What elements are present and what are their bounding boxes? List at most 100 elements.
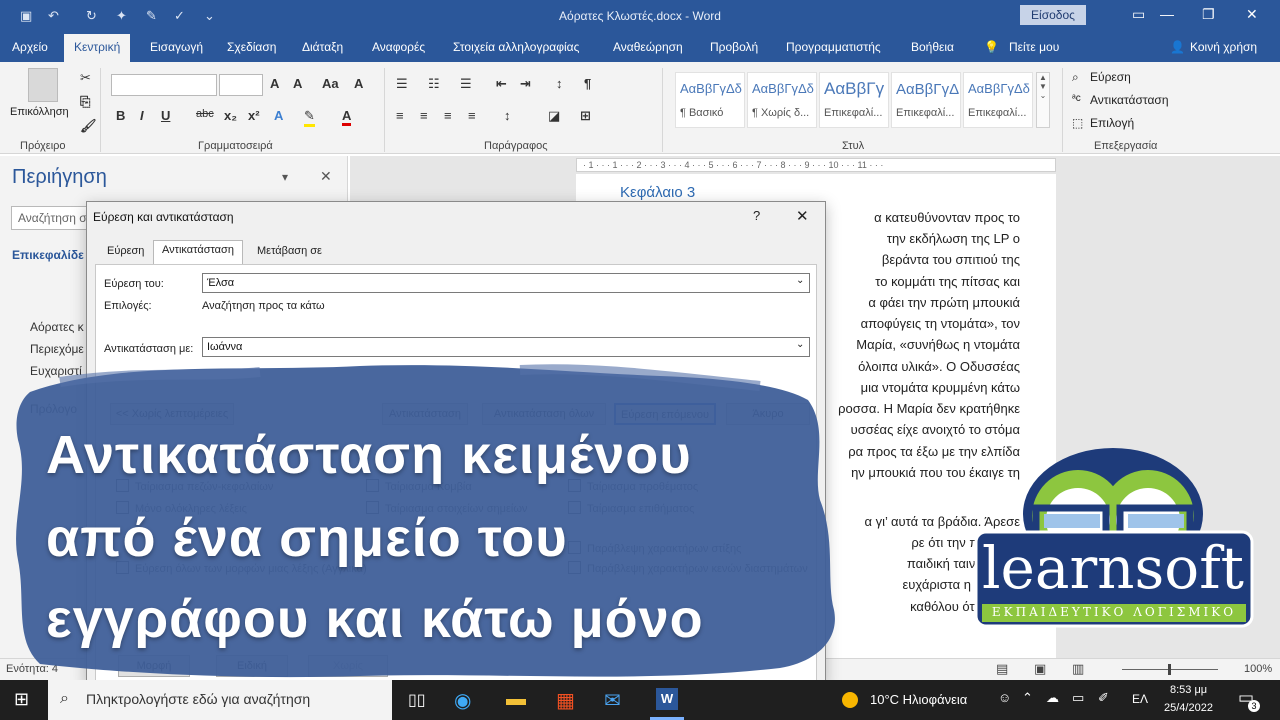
italic-icon[interactable]: I — [140, 108, 144, 123]
font-name-combo[interactable] — [111, 74, 217, 96]
match-suffix-checkbox[interactable]: Ταίριασμα επιθήματος — [568, 501, 694, 515]
store-icon[interactable]: ▦ — [556, 688, 575, 713]
styles-scroll-icon[interactable]: ▲ ▼ ⌄ — [1036, 72, 1050, 128]
taskbar-search-input[interactable]: Πληκτρολογήστε εδώ για αναζήτηση — [48, 680, 392, 720]
strikethrough-icon[interactable]: abc — [196, 108, 214, 120]
weather-text[interactable]: 10°C Ηλιοφάνεια — [870, 692, 967, 707]
shrink-font-icon[interactable]: A — [293, 76, 302, 91]
line-spacing-icon[interactable]: ↕ — [504, 108, 511, 123]
people-icon[interactable]: ☺ — [998, 690, 1011, 705]
style-heading-3[interactable]: ΑαΒβΓγΔδ Επικεφαλί... — [963, 72, 1033, 128]
clear-format-icon[interactable]: A — [354, 76, 363, 91]
find-input[interactable]: Έλσα — [202, 273, 810, 293]
language-indicator[interactable]: ΕΛ — [1132, 692, 1148, 706]
change-case-icon[interactable]: Aa — [322, 76, 339, 91]
bold-icon[interactable]: B — [116, 108, 125, 123]
paste-button[interactable]: Επικόλληση — [10, 106, 69, 118]
shading-icon[interactable]: ◪ — [548, 108, 560, 124]
cancel-button[interactable]: Άκυρο — [726, 403, 810, 425]
ribbon-display-icon[interactable]: ▭ — [1132, 6, 1145, 23]
replace-dropdown-icon[interactable]: ⌄ — [796, 339, 804, 350]
replace-input[interactable]: Ιωάννα — [202, 337, 810, 357]
word-icon[interactable]: W — [656, 688, 678, 710]
nav-heading-item[interactable]: Πρόλογο — [30, 402, 77, 416]
special-button[interactable]: Ειδική — [216, 655, 288, 677]
nav-close-icon[interactable]: ✕ — [320, 168, 332, 185]
multilevel-icon[interactable]: ☰ — [460, 76, 472, 92]
increase-indent-icon[interactable]: ⇥ — [520, 76, 531, 92]
dialog-tab-find[interactable]: Εύρεση — [99, 242, 152, 264]
clock-time[interactable]: 8:53 μμ — [1170, 684, 1207, 696]
pen-icon[interactable]: ✐ — [1098, 690, 1109, 706]
nav-heading-item[interactable]: Περιεχόμε — [30, 342, 84, 356]
numbering-icon[interactable]: ☷ — [428, 76, 440, 92]
tell-me[interactable]: Πείτε μου — [1009, 40, 1059, 54]
dialog-help-button[interactable]: ? — [753, 208, 760, 223]
replace-button[interactable]: Αντικατάσταση — [1090, 93, 1169, 107]
read-mode-icon[interactable]: ▤ — [996, 661, 1008, 677]
onedrive-icon[interactable]: ☁ — [1046, 690, 1059, 706]
style-no-spacing[interactable]: ΑαΒβΓγΔδ ¶ Χωρίς δ... — [747, 72, 817, 128]
tab-review[interactable]: Αναθεώρηση — [613, 40, 683, 54]
bullets-icon[interactable]: ☰ — [396, 76, 408, 92]
windows-start-icon[interactable]: ⊞ — [14, 689, 29, 710]
grow-font-icon[interactable]: A — [270, 76, 279, 91]
edge-icon[interactable]: ◉ — [454, 688, 471, 713]
nav-heading-item[interactable]: Αόρατες κ — [30, 320, 84, 334]
align-center-icon[interactable]: ≡ — [420, 108, 428, 123]
signin-button[interactable]: Είσοδος — [1020, 5, 1086, 25]
nav-options-icon[interactable]: ▾ — [282, 170, 288, 184]
web-layout-icon[interactable]: ▥ — [1072, 661, 1084, 677]
align-right-icon[interactable]: ≡ — [444, 108, 452, 123]
tab-file[interactable]: Αρχείο — [12, 40, 48, 54]
maximize-button[interactable]: ❐ — [1202, 6, 1215, 23]
zoom-level[interactable]: 100% — [1244, 663, 1272, 675]
network-icon[interactable]: ▭ — [1072, 690, 1084, 706]
format-painter-icon[interactable]: 🖌 — [80, 118, 97, 134]
style-heading-1[interactable]: ΑαΒβΓγ Επικεφαλί... — [819, 72, 889, 128]
mail-icon[interactable]: ✉ — [604, 688, 621, 713]
tab-insert[interactable]: Εισαγωγή — [150, 40, 203, 54]
sort-icon[interactable]: ↕ — [556, 76, 563, 91]
font-size-combo[interactable] — [219, 74, 263, 96]
underline-icon[interactable]: U — [161, 108, 170, 123]
borders-icon[interactable]: ⊞ — [580, 108, 591, 124]
find-dropdown-icon[interactable]: ⌄ — [796, 275, 804, 286]
close-button[interactable]: ✕ — [1246, 6, 1258, 23]
highlight-icon[interactable]: ✎ — [304, 108, 315, 127]
tab-developer[interactable]: Προγραμματιστής — [786, 40, 881, 54]
tab-design[interactable]: Σχεδίαση — [227, 40, 276, 54]
less-button[interactable]: << Χωρίς λεπτομέρειες — [110, 403, 234, 425]
superscript-icon[interactable]: x² — [248, 108, 260, 123]
print-layout-icon[interactable]: ▣ — [1034, 661, 1046, 677]
clock-date[interactable]: 25/4/2022 — [1164, 702, 1213, 714]
ignore-punctuation-checkbox[interactable]: Παράβλεψη χαρακτήρων στίξης — [568, 541, 741, 555]
text-effects-icon[interactable]: A — [274, 108, 283, 123]
paste-icon[interactable] — [28, 68, 58, 102]
no-formatting-button[interactable]: Χωρίς μορφοποίηση — [308, 655, 388, 692]
tab-layout[interactable]: Διάταξη — [302, 40, 343, 54]
tab-mailings[interactable]: Στοιχεία αλληλογραφίας — [453, 40, 579, 54]
minimize-button[interactable]: — — [1160, 6, 1174, 22]
tab-home[interactable]: Κεντρική — [64, 34, 131, 64]
dialog-tab-goto[interactable]: Μετάβαση σε — [249, 242, 330, 264]
dialog-tab-replace[interactable]: Αντικατάσταση — [153, 240, 243, 265]
tab-references[interactable]: Αναφορές — [372, 40, 425, 54]
tab-help[interactable]: Βοήθεια — [911, 40, 954, 54]
ignore-whitespace-checkbox[interactable]: Παράβλεψη χαρακτήρων κενών διαστημάτων — [568, 561, 808, 575]
file-explorer-icon[interactable]: ▬ — [506, 688, 526, 711]
replace-all-button[interactable]: Αντικατάσταση όλων — [482, 403, 606, 425]
copy-icon[interactable]: ⎘ — [80, 94, 90, 110]
share-button[interactable]: Κοινή χρήση — [1190, 40, 1257, 54]
show-marks-icon[interactable]: ¶ — [584, 76, 591, 91]
font-color-icon[interactable]: A — [342, 108, 352, 126]
replace-once-button[interactable]: Αντικατάσταση — [382, 403, 468, 425]
cut-icon[interactable]: ✂ — [80, 70, 91, 86]
dialog-close-button[interactable]: ✕ — [796, 207, 809, 225]
nav-tab-headings[interactable]: Επικεφαλίδε — [12, 248, 84, 262]
justify-icon[interactable]: ≡ — [468, 108, 476, 123]
subscript-icon[interactable]: x₂ — [224, 108, 237, 123]
nav-heading-item[interactable]: Ευχαριστί — [30, 364, 82, 378]
zoom-slider-thumb[interactable] — [1168, 664, 1171, 675]
tray-chevron-icon[interactable]: ⌃ — [1022, 690, 1033, 706]
